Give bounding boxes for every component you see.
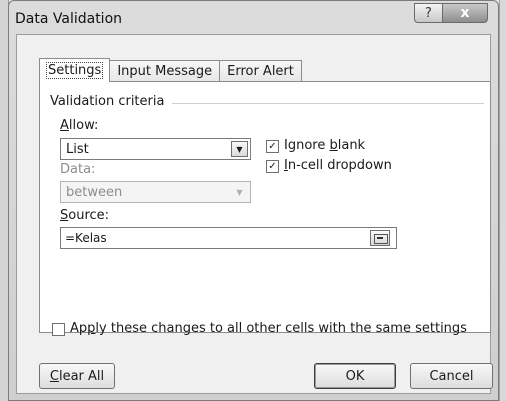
group-divider: [172, 103, 484, 104]
help-button[interactable]: ?: [414, 3, 442, 23]
data-dropdown[interactable]: between ▼: [60, 181, 251, 203]
settings-panel: Validation criteria Allow: List ▼ Data: …: [39, 81, 491, 333]
apply-all-checkbox[interactable]: [52, 323, 65, 336]
title-bar[interactable]: Data Validation ? x: [9, 1, 498, 35]
close-icon: x: [460, 5, 470, 21]
chevron-down-icon[interactable]: ▼: [231, 141, 248, 157]
tab-input-message[interactable]: Input Message: [109, 60, 221, 82]
source-input[interactable]: =Kelas: [60, 227, 397, 249]
background-window-edge-right: [499, 0, 506, 401]
data-label: Data:: [60, 162, 96, 177]
tab-strip: Settings Input Message Error Alert: [39, 58, 302, 82]
tab-settings-label: Settings: [45, 62, 104, 79]
in-cell-dropdown-label: In-cell dropdown: [284, 158, 392, 173]
chevron-down-icon: ▼: [236, 187, 243, 197]
ignore-blank-checkbox[interactable]: ✓: [266, 140, 279, 153]
collapse-dialog-icon[interactable]: [370, 230, 390, 246]
help-icon: ?: [425, 5, 432, 21]
allow-label: Allow:: [60, 118, 99, 133]
data-value: between: [66, 185, 123, 200]
window-title: Data Validation: [15, 11, 123, 27]
dialog-client-area: Settings Input Message Error Alert Valid…: [16, 34, 493, 394]
in-cell-dropdown-checkbox[interactable]: ✓: [266, 160, 279, 173]
ok-button[interactable]: OK: [314, 363, 396, 389]
allow-value: List: [66, 142, 89, 157]
source-value: =Kelas: [65, 231, 107, 245]
allow-dropdown[interactable]: List ▼: [60, 138, 251, 160]
tab-input-message-label: Input Message: [117, 64, 213, 79]
data-validation-dialog: Data Validation ? x Settings Input Messa…: [8, 0, 499, 401]
clear-all-button[interactable]: Clear All: [39, 363, 115, 389]
validation-criteria-label: Validation criteria: [50, 94, 165, 109]
ignore-blank-label: Ignore blank: [284, 138, 366, 153]
tab-settings[interactable]: Settings: [39, 58, 111, 82]
title-bar-buttons: ? x: [414, 3, 488, 23]
source-label: Source:: [60, 208, 110, 223]
tab-error-alert-label: Error Alert: [227, 64, 294, 79]
apply-all-label: Apply these changes to all other cells w…: [70, 321, 467, 336]
tab-error-alert[interactable]: Error Alert: [219, 60, 302, 82]
cancel-button[interactable]: Cancel: [410, 363, 493, 389]
close-button[interactable]: x: [442, 3, 488, 23]
